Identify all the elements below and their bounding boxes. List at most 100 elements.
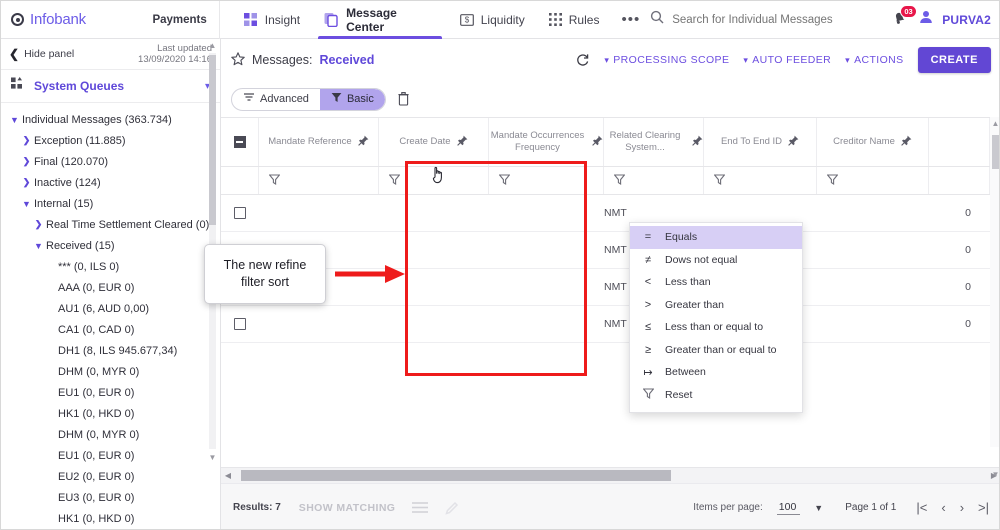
advanced-filter-tab[interactable]: Advanced — [232, 89, 320, 110]
sidebar-tree-item[interactable]: AAA (0, EUR 0) — [1, 277, 220, 298]
table-cell-select[interactable] — [221, 306, 259, 343]
create-button[interactable]: CREATE — [917, 47, 991, 73]
filter-option-greater-than[interactable]: > Greater than — [630, 294, 802, 317]
refresh-icon[interactable] — [575, 53, 590, 68]
chevron-down-icon[interactable]: ▼ — [19, 199, 34, 209]
pin-icon[interactable] — [692, 135, 703, 150]
pin-icon[interactable] — [592, 135, 603, 150]
pin-icon[interactable] — [901, 135, 912, 150]
star-icon[interactable] — [231, 51, 245, 69]
chevron-right-icon[interactable]: ❯ — [19, 156, 34, 167]
table-horizontal-scrollbar[interactable]: ◀ ▶ — [221, 467, 999, 483]
filter-option-equals[interactable]: = Equals — [630, 226, 802, 249]
tab-message-center[interactable]: Message Center — [312, 1, 448, 39]
chevron-down-icon[interactable]: ▼ — [814, 503, 823, 513]
scroll-down-icon[interactable]: ▼ — [990, 467, 999, 483]
list-icon[interactable] — [411, 501, 429, 514]
column-header-mandate-reference[interactable]: Mandate Reference — [259, 118, 379, 166]
sidebar-tree-item[interactable]: EU2 (0, EUR 0) — [1, 466, 220, 487]
sidebar-tree-item[interactable]: EU1 (0, EUR 0) — [1, 382, 220, 403]
column-header-mandate-occurrences-frequency[interactable]: Mandate Occurrences Frequency — [489, 118, 604, 166]
sidebar-tree-item[interactable]: HK1 (0, HKD 0) — [1, 403, 220, 424]
search-box[interactable] — [650, 10, 881, 29]
processing-scope-button[interactable]: ▾ PROCESSING SCOPE — [604, 54, 729, 66]
last-page-button[interactable]: >| — [978, 500, 989, 515]
actions-button[interactable]: ▾ ACTIONS — [845, 54, 903, 66]
scroll-left-icon[interactable]: ◀ — [221, 471, 235, 480]
filter-icon[interactable] — [268, 172, 281, 190]
notifications-button[interactable]: 03 — [888, 4, 918, 31]
filter-option-greater-than-or-equal-to[interactable]: ≥ Greater than or equal to — [630, 339, 802, 362]
user-icon[interactable] — [918, 9, 934, 30]
table-vertical-scrollbar[interactable]: ▲ — [990, 117, 999, 447]
column-header-extra[interactable] — [929, 118, 990, 166]
tab-insight[interactable]: Insight — [232, 1, 312, 39]
scrollbar-thumb[interactable] — [992, 135, 999, 169]
filter-option-reset[interactable]: Reset — [630, 384, 802, 407]
column-filter-related-clearing-system[interactable] — [604, 167, 704, 194]
filter-icon[interactable] — [388, 172, 401, 190]
hide-panel-button[interactable]: ❮ Hide panel — [9, 47, 74, 61]
column-header-end-to-end-id[interactable]: End To End ID — [704, 118, 817, 166]
account-name[interactable]: PURVA2 — [942, 13, 991, 27]
first-page-button[interactable]: |< — [916, 500, 927, 515]
sidebar-tree-item[interactable]: ❯ Inactive (124) — [1, 172, 220, 193]
next-page-button[interactable]: › — [960, 500, 964, 515]
column-filter-end-to-end-id[interactable] — [704, 167, 817, 194]
sidebar-tree-item[interactable]: DH1 (8, ILS 945.677,34) — [1, 340, 220, 361]
trash-icon[interactable] — [398, 92, 409, 106]
filter-icon[interactable] — [613, 172, 626, 190]
items-per-page-value[interactable]: 100 — [776, 501, 801, 515]
select-all-checkbox[interactable] — [233, 136, 246, 148]
sidebar-tree-item[interactable]: ❯ Exception (11.885) — [1, 130, 220, 151]
sidebar-item-system-queues[interactable]: System Queues ▾ — [1, 70, 220, 103]
auto-feeder-button[interactable]: ▾ AUTO FEEDER — [743, 54, 831, 66]
more-menu-icon[interactable]: ••• — [611, 1, 650, 39]
filter-option-dows-not-equal[interactable]: ≠ Dows not equal — [630, 249, 802, 272]
chevron-right-icon[interactable]: ❯ — [19, 135, 34, 146]
tab-rules[interactable]: Rules — [537, 1, 612, 39]
sidebar-tree-item[interactable]: *** (0, ILS 0) — [1, 256, 220, 277]
search-input[interactable] — [672, 13, 881, 26]
basic-filter-tab[interactable]: Basic — [319, 88, 385, 110]
filter-icon[interactable] — [826, 172, 839, 190]
column-header-related-clearing-system[interactable]: Related Clearing System... — [604, 118, 704, 166]
show-matching-button[interactable]: SHOW MATCHING — [299, 502, 396, 514]
filter-icon[interactable] — [713, 172, 726, 190]
chevron-down-icon[interactable]: ▼ — [7, 115, 22, 125]
sidebar-tree-item[interactable]: DHM (0, MYR 0) — [1, 361, 220, 382]
chevron-right-icon[interactable]: ❯ — [31, 219, 46, 230]
table-cell-select[interactable] — [221, 195, 259, 232]
row-checkbox[interactable] — [233, 318, 246, 330]
column-header-create-date[interactable]: Create Date — [379, 118, 489, 166]
scroll-up-icon[interactable]: ▲ — [990, 119, 999, 128]
chevron-right-icon[interactable]: ❯ — [19, 177, 34, 188]
scroll-up-icon[interactable]: ▲ — [208, 41, 217, 51]
sidebar-tree-item[interactable]: ▼ Received (15) — [1, 235, 220, 256]
sidebar-tree-item[interactable]: ❯ Real Time Settlement Cleared (0) — [1, 214, 220, 235]
filter-icon[interactable] — [498, 172, 511, 190]
pencil-icon[interactable] — [445, 501, 459, 515]
table-row[interactable]: NMT 0 — [221, 195, 999, 232]
pin-icon[interactable] — [456, 135, 468, 150]
column-header-select[interactable] — [221, 118, 259, 166]
sidebar-tree-item[interactable]: HK1 (0, HKD 0) — [1, 508, 220, 529]
row-checkbox[interactable] — [233, 207, 246, 219]
scrollbar-thumb[interactable] — [209, 55, 216, 225]
scroll-down-icon[interactable]: ▼ — [208, 453, 217, 463]
filter-option-less-than-or-equal-to[interactable]: ≤ Less than or equal to — [630, 316, 802, 339]
sidebar-tree-item[interactable]: CA1 (0, CAD 0) — [1, 319, 220, 340]
chevron-down-icon[interactable]: ▼ — [31, 241, 46, 251]
column-header-creditor-name[interactable]: Creditor Name — [817, 118, 929, 166]
filter-option-between[interactable]: ↦ Between — [630, 361, 802, 384]
table-row[interactable]: NMT 0 — [221, 306, 999, 343]
sidebar-tree-item[interactable]: EU3 (0, EUR 0) — [1, 487, 220, 508]
sidebar-tree-item[interactable]: ❯ Final (120.070) — [1, 151, 220, 172]
sidebar-tree-item[interactable]: ▼ Internal (15) — [1, 193, 220, 214]
sidebar-tree-item[interactable]: DHM (0, MYR 0) — [1, 424, 220, 445]
filter-operator-menu[interactable]: = Equals ≠ Dows not equal < Less than > Greater… — [629, 222, 803, 413]
column-filter-mandate-occurrences-frequency[interactable] — [489, 167, 604, 194]
sidebar-tree-item[interactable]: ▼ Individual Messages (363.734) — [1, 109, 220, 130]
pin-icon[interactable] — [788, 135, 799, 150]
sidebar-tree-item[interactable]: EU1 (0, EUR 0) — [1, 445, 220, 466]
